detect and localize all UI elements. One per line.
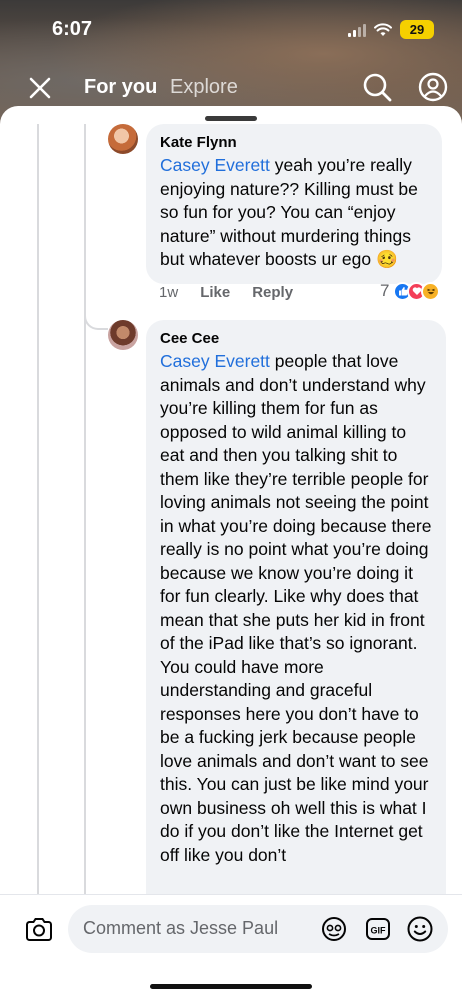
home-indicator bbox=[150, 984, 312, 989]
tab-for-you[interactable]: For you bbox=[84, 76, 157, 99]
comment-text: Casey Everett people that love animals a… bbox=[160, 350, 432, 867]
comment-time: 1w bbox=[159, 284, 179, 301]
top-nav: For you Explore bbox=[0, 64, 462, 110]
avatar[interactable] bbox=[108, 320, 138, 350]
status-bar: 6:07 29 bbox=[0, 0, 462, 60]
comment-author[interactable]: Kate Flynn bbox=[160, 134, 428, 151]
comment-text: Casey Everett yeah you’re really enjoyin… bbox=[160, 154, 428, 272]
camera-icon[interactable] bbox=[24, 915, 54, 945]
reply-button[interactable]: Reply bbox=[252, 284, 293, 301]
comment-bubble[interactable]: Kate Flynn Casey Everett yeah you’re rea… bbox=[146, 124, 442, 284]
reactions-summary[interactable]: 7 bbox=[380, 281, 441, 301]
like-button[interactable]: Like bbox=[200, 284, 230, 301]
avatar[interactable] bbox=[108, 124, 138, 154]
svg-text:GIF: GIF bbox=[371, 926, 387, 936]
thread-line-inner bbox=[84, 124, 86, 924]
comment-input[interactable]: Comment as Jesse Paul GIF bbox=[68, 905, 448, 953]
battery-icon: 29 bbox=[400, 20, 434, 39]
haha-reaction-icon bbox=[421, 281, 441, 301]
emoji-icon[interactable] bbox=[406, 915, 434, 943]
search-icon[interactable] bbox=[362, 72, 392, 102]
status-time: 6:07 bbox=[52, 18, 93, 40]
reaction-count: 7 bbox=[380, 281, 390, 300]
battery-level: 29 bbox=[409, 22, 425, 37]
comment-actions: 1w Like Reply bbox=[159, 284, 315, 301]
comment-author[interactable]: Cee Cee bbox=[160, 330, 432, 347]
avatar-sticker-icon[interactable] bbox=[320, 915, 348, 943]
cellular-signal-icon bbox=[348, 23, 366, 37]
comment-body: people that love animals and don’t under… bbox=[160, 351, 432, 865]
comment-mention[interactable]: Casey Everett bbox=[160, 155, 270, 175]
thread-line-outer bbox=[37, 124, 39, 924]
reply-connector bbox=[84, 308, 108, 330]
sheet-drag-handle[interactable] bbox=[205, 116, 257, 121]
comment-mention[interactable]: Casey Everett bbox=[160, 351, 270, 371]
profile-icon[interactable] bbox=[418, 72, 448, 102]
close-icon[interactable] bbox=[26, 74, 54, 102]
comments-sheet[interactable]: Kate Flynn Casey Everett yeah you’re rea… bbox=[0, 106, 462, 1000]
gif-icon[interactable]: GIF bbox=[364, 915, 392, 943]
comment-input-placeholder: Comment as Jesse Paul bbox=[83, 918, 279, 938]
tab-explore[interactable]: Explore bbox=[170, 76, 238, 99]
status-icons: 29 bbox=[348, 20, 434, 39]
wifi-icon bbox=[374, 22, 392, 36]
